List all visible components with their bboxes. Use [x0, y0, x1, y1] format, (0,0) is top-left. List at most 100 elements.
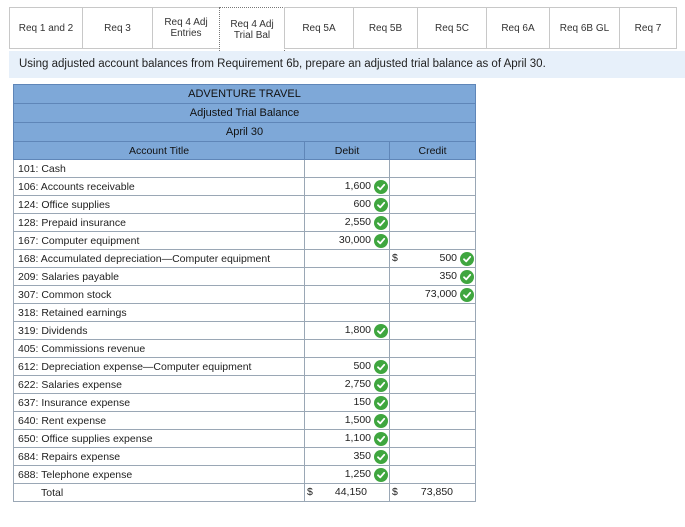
company-name: ADVENTURE TRAVEL — [12, 84, 477, 104]
debit-cell[interactable]: 150 — [304, 393, 390, 412]
tab-req-5c[interactable]: Req 5C — [417, 7, 487, 49]
check-correct-icon — [374, 468, 388, 482]
table-row: 307: Common stock 73,000 — [13, 285, 477, 304]
debit-cell[interactable] — [304, 267, 390, 286]
total-debit-cell: $44,150 — [304, 483, 390, 502]
credit-cell[interactable] — [388, 321, 477, 340]
debit-cell[interactable]: 500 — [304, 357, 390, 376]
credit-cell[interactable] — [388, 429, 477, 448]
credit-cell[interactable] — [388, 447, 477, 466]
account-title-cell[interactable]: 307: Common stock — [13, 285, 305, 304]
credit-cell[interactable] — [388, 159, 477, 178]
account-title-cell[interactable]: 650: Office supplies expense — [13, 429, 305, 448]
table-row: 168: Accumulated depreciation—Computer e… — [13, 249, 477, 268]
adjusted-trial-balance-table: ADVENTURE TRAVEL Adjusted Trial Balance … — [12, 84, 477, 502]
tab-req-3[interactable]: Req 3 — [82, 7, 153, 49]
check-correct-icon — [374, 324, 388, 338]
debit-cell[interactable]: 350 — [304, 447, 390, 466]
debit-cell[interactable]: 1,250 — [304, 465, 390, 484]
debit-cell[interactable] — [304, 159, 390, 178]
amount-value: 1,500 — [344, 414, 371, 426]
table-row: 688: Telephone expense 1,250 — [13, 465, 477, 484]
check-correct-icon — [374, 234, 388, 248]
debit-cell[interactable]: 1,800 — [304, 321, 390, 340]
account-title-cell[interactable]: 128: Prepaid insurance — [13, 213, 305, 232]
account-title-cell[interactable]: 688: Telephone expense — [13, 465, 305, 484]
table-row: 684: Repairs expense 350 — [13, 447, 477, 466]
account-title-cell[interactable]: 101: Cash — [13, 159, 305, 178]
account-title-cell[interactable]: 106: Accounts receivable — [13, 177, 305, 196]
requirement-tabs: Req 1 and 2 Req 3 Req 4 Adj Entries Req 4 A… — [9, 7, 685, 51]
debit-cell[interactable]: 2,550 — [304, 213, 390, 232]
credit-cell[interactable] — [388, 393, 477, 412]
column-header-account-title: Account Title — [13, 141, 305, 160]
credit-cell[interactable] — [388, 411, 477, 430]
account-title-cell[interactable]: 167: Computer equipment — [13, 231, 305, 250]
debit-cell[interactable]: 1,100 — [304, 429, 390, 448]
instruction-text: Using adjusted account balances from Req… — [9, 51, 685, 78]
amount-value: 350 — [439, 270, 458, 282]
tab-req-5a[interactable]: Req 5A — [284, 7, 354, 49]
account-title-cell[interactable]: 168: Accumulated depreciation—Computer e… — [13, 249, 305, 268]
table-row: 167: Computer equipment 30,000 — [13, 231, 477, 250]
account-title-cell[interactable]: 684: Repairs expense — [13, 447, 305, 466]
tab-req-6b-gl[interactable]: Req 6B GL — [549, 7, 620, 49]
amount-value: 30,000 — [338, 234, 371, 246]
account-title-cell[interactable]: 622: Salaries expense — [13, 375, 305, 394]
table-row: 209: Salaries payable 350 — [13, 267, 477, 286]
statement-date: April 30 — [12, 122, 477, 142]
total-credit-cell: $73,850 — [388, 483, 477, 502]
credit-cell[interactable] — [388, 231, 477, 250]
credit-cell[interactable] — [388, 465, 477, 484]
credit-cell[interactable] — [388, 357, 477, 376]
amount-value: 600 — [353, 198, 371, 210]
tab-req-7[interactable]: Req 7 — [619, 7, 677, 49]
credit-cell[interactable] — [388, 303, 477, 322]
account-title-cell[interactable]: 124: Office supplies — [13, 195, 305, 214]
credit-cell[interactable] — [388, 375, 477, 394]
credit-cell[interactable] — [388, 195, 477, 214]
credit-cell[interactable]: 73,000 — [388, 285, 477, 304]
amount-value: 1,100 — [344, 432, 371, 444]
check-correct-icon — [374, 360, 388, 374]
table-row: 650: Office supplies expense 1,100 — [13, 429, 477, 448]
credit-cell[interactable] — [388, 339, 477, 358]
debit-cell[interactable]: 600 — [304, 195, 390, 214]
total-label: Total — [13, 483, 305, 502]
tab-req-6a[interactable]: Req 6A — [486, 7, 550, 49]
amount-value: 350 — [353, 450, 371, 462]
check-correct-icon — [374, 180, 388, 194]
debit-cell[interactable] — [304, 285, 390, 304]
debit-cell[interactable] — [304, 339, 390, 358]
debit-cell[interactable] — [304, 303, 390, 322]
account-title-cell[interactable]: 612: Depreciation expense—Computer equip… — [13, 357, 305, 376]
column-header-debit: Debit — [304, 141, 390, 160]
check-correct-icon — [460, 252, 475, 266]
debit-cell[interactable] — [304, 249, 390, 268]
account-title-cell[interactable]: 319: Dividends — [13, 321, 305, 340]
account-title-cell[interactable]: 209: Salaries payable — [13, 267, 305, 286]
credit-cell[interactable]: 350 — [388, 267, 477, 286]
amount-value: 1,600 — [344, 180, 371, 192]
check-correct-icon — [374, 396, 388, 410]
account-title-cell[interactable]: 637: Insurance expense — [13, 393, 305, 412]
account-title-cell[interactable]: 640: Rent expense — [13, 411, 305, 430]
tab-req-1-and-2[interactable]: Req 1 and 2 — [9, 7, 83, 49]
tab-req-4-adj-entries[interactable]: Req 4 Adj Entries — [152, 7, 220, 49]
tab-req-5b[interactable]: Req 5B — [353, 7, 418, 49]
debit-cell[interactable]: 1,600 — [304, 177, 390, 196]
table-row: 318: Retained earnings — [13, 303, 477, 322]
table-row: 124: Office supplies 600 — [13, 195, 477, 214]
debit-cell[interactable]: 2,750 — [304, 375, 390, 394]
statement-title: Adjusted Trial Balance — [12, 103, 477, 123]
credit-cell[interactable] — [388, 177, 477, 196]
check-correct-icon — [374, 414, 388, 428]
debit-cell[interactable]: 30,000 — [304, 231, 390, 250]
account-title-cell[interactable]: 318: Retained earnings — [13, 303, 305, 322]
credit-cell[interactable]: $500 — [388, 249, 477, 268]
check-correct-icon — [374, 450, 388, 464]
account-title-cell[interactable]: 405: Commissions revenue — [13, 339, 305, 358]
tab-req-4-adj-trial-bal[interactable]: Req 4 Adj Trial Bal — [219, 7, 285, 51]
credit-cell[interactable] — [388, 213, 477, 232]
debit-cell[interactable]: 1,500 — [304, 411, 390, 430]
